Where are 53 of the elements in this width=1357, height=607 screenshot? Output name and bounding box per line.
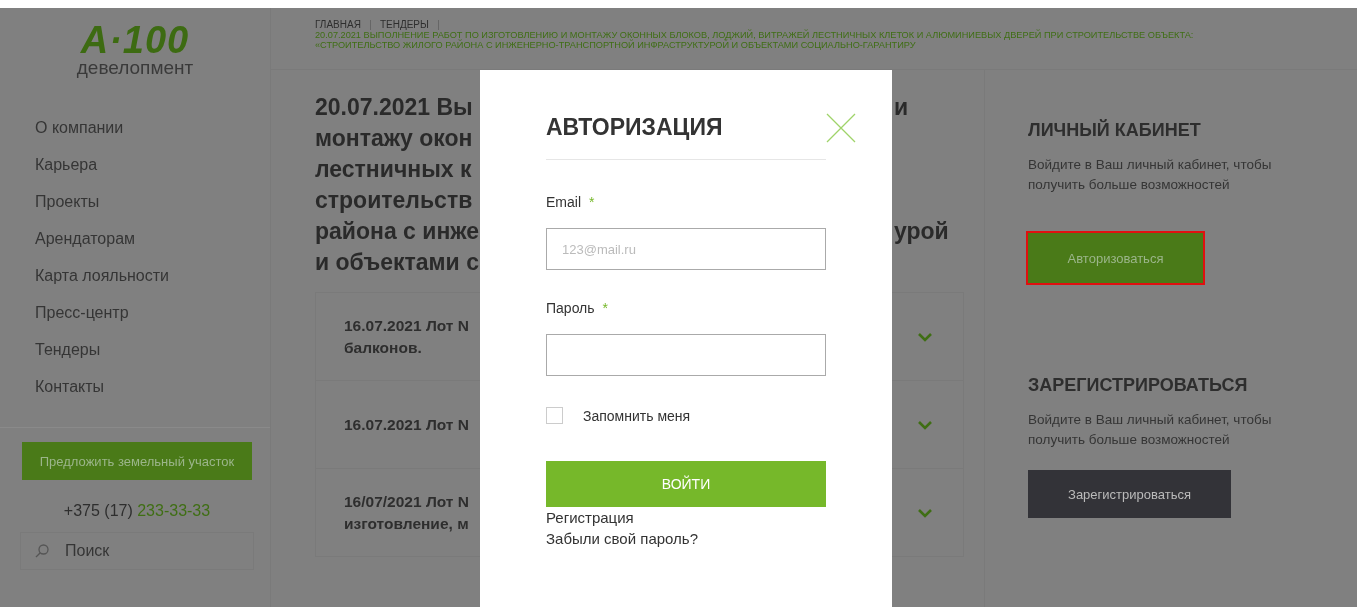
tender-title: монтажу окон [315,124,474,153]
dialog-title: АВТОРИЗАЦИЯ [546,114,723,141]
close-icon[interactable] [826,113,856,143]
menu-link[interactable]: Арендаторам [35,229,270,266]
chevron-down-icon[interactable] [917,419,933,430]
lot-title[interactable]: балконов. [344,336,469,359]
lot-title[interactable]: 16.07.2021 Лот N [344,413,469,436]
menu-link[interactable]: Проекты [35,192,270,229]
tender-title: лестничных к [315,155,473,184]
breadcrumb-link[interactable]: ГЛАВНАЯ [315,20,361,30]
section-title: ЛИЧНЫЙ КАБИНЕТ [1028,120,1202,141]
breadcrumb-current: 20.07.2021 ВЫПОЛНЕНИЕ РАБОТ ПО ИЗГОТОВЛЕНИЮ И МОНТАЖУ ОКОННЫХ БЛОКОВ, ЛОДЖИЙ, ВИТРАЖЕЙ ЛЕСТНИЧНЫХ КЛЕТОК И АЛЮМИНИЕВЫХ ДВЕРЕЙ ПРИ СТРОИТЕЛЬСТВЕ ОБЪЕКТА: [315,30,1195,40]
remember-checkbox[interactable] [546,407,563,424]
email-field[interactable]: 123@mail.ru [546,228,826,270]
remember-label[interactable]: Запомнить меня [583,407,691,424]
tender-title: урой [894,218,949,244]
register-button[interactable]: Зарегистрироваться [1028,470,1231,518]
field-label: Пароль [546,300,595,316]
forgot-password-link[interactable]: Забыли свой пароль? [546,528,698,549]
tender-title: строительств [315,186,474,215]
menu-link[interactable]: Карьера [35,155,270,192]
logo-mark[interactable]: А·100 [80,22,190,58]
chevron-down-icon[interactable] [917,507,933,518]
lot-title[interactable]: изготовление, м [344,512,469,535]
menu-link[interactable]: О компании [35,118,270,155]
tender-title: 20.07.2021 Вы [315,93,474,122]
login-button[interactable]: Авторизоваться [1028,233,1203,283]
tender-title: и объектами с [315,248,480,277]
required-mark: * [589,194,595,210]
breadcrumb-link[interactable]: ТЕНДЕРЫ [379,20,429,30]
chevron-down-icon[interactable] [917,331,933,342]
submit-button[interactable]: ВОЙТИ [546,461,826,507]
tender-title: и [894,94,909,120]
field-label: Email [546,194,581,210]
search-icon [34,543,50,559]
register-link[interactable]: Регистрация [546,507,634,528]
lot-title[interactable]: 16.07.2021 Лот N [344,314,469,337]
lot-title[interactable]: 16/07/2021 Лот N [344,490,469,513]
menu-link[interactable]: Тендеры [35,340,270,377]
menu-link[interactable]: Карта лояльности [35,266,270,303]
logo-subtitle: девелопмент [76,58,194,78]
section-title: ЗАРЕГИСТРИРОВАТЬСЯ [1028,375,1249,396]
section-description: Войдите в Ваш личный кабинет, чтобы получить больше возможностей [1028,156,1273,194]
password-field[interactable] [546,334,826,376]
menu-link[interactable]: Пресс-центр [35,303,270,340]
search-field[interactable]: Поиск [20,532,254,570]
section-description: Войдите в Ваш личный кабинет, чтобы получить больше возможностей [1028,411,1273,449]
required-mark: * [602,300,609,316]
tender-title: района с инже [315,217,481,246]
menu-link[interactable]: Контакты [35,377,270,414]
phone-number: +375 (17) 233-33-33 [62,502,212,520]
offer-land-button[interactable]: Предложить земельный участок [22,442,252,480]
breadcrumb-current: «СТРОИТЕЛЬСТВО ЖИЛОГО РАЙОНА С ИНЖЕНЕРНО-ТРАНСПОРТНОЙ ИНФРАСТРУКТУРОЙ И ОБЪЕКТАМИ СОЦИАЛЬНО-ГАРАНТИРУ [315,40,917,50]
